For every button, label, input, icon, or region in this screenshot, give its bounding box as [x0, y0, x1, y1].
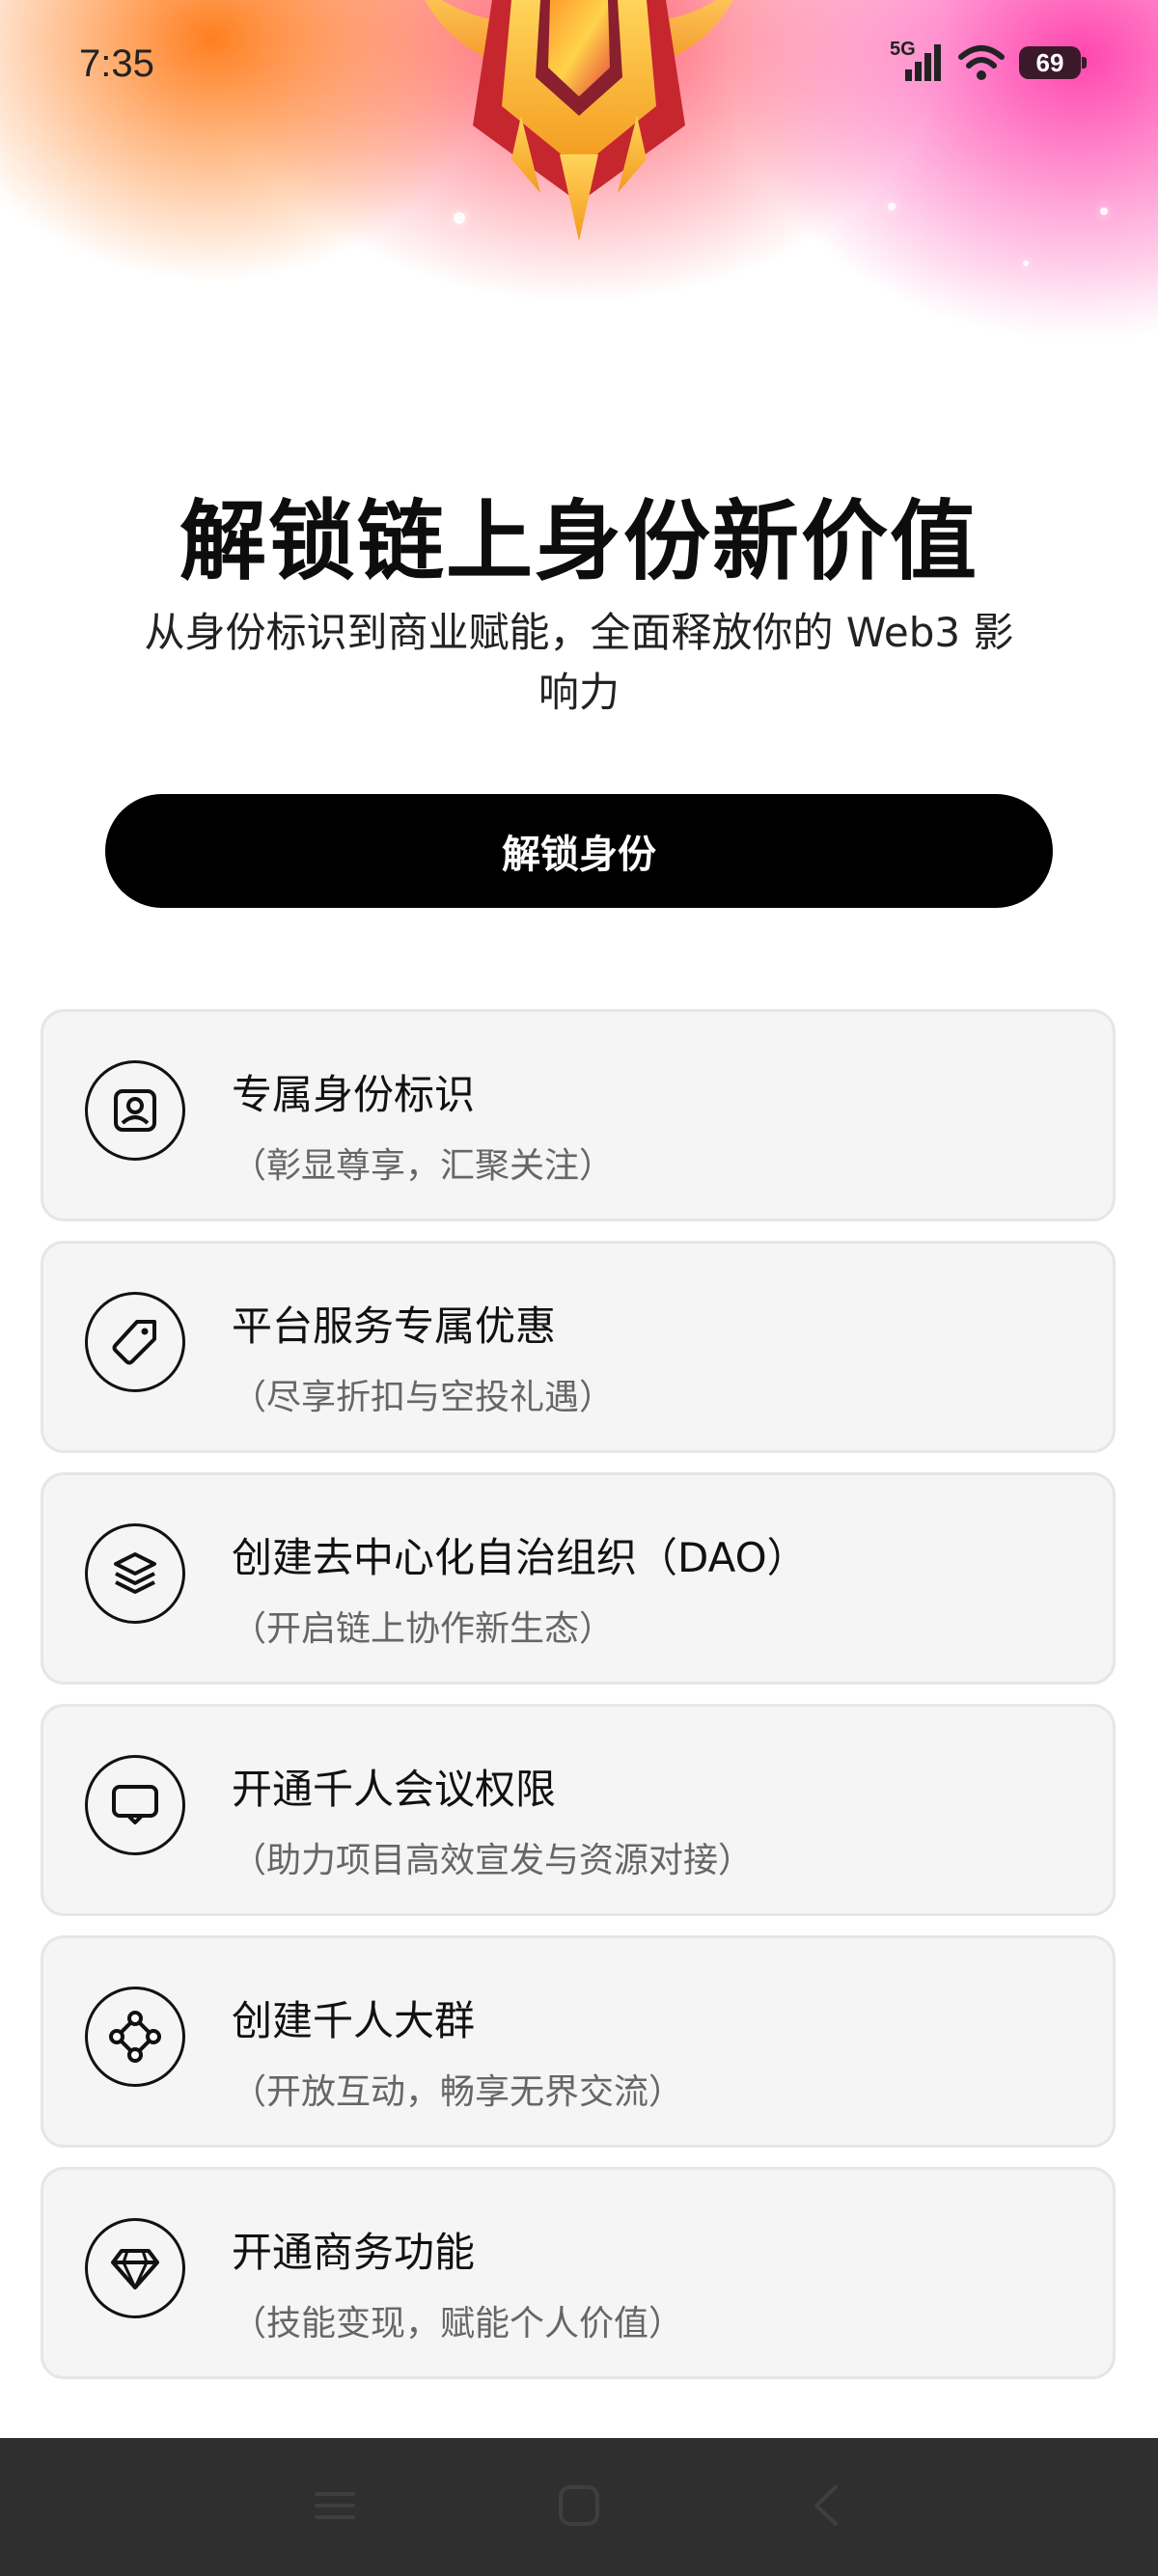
presentation-icon	[85, 1755, 185, 1855]
diamond-icon	[85, 2218, 185, 2318]
status-icons: 5G 69	[890, 39, 1087, 83]
feature-title: 平台服务专属优惠	[232, 1302, 557, 1350]
signal-icon: 5G	[890, 39, 944, 83]
page-title: 解锁链上身份新价值	[179, 491, 979, 592]
feature-card-business[interactable]: 开通商务功能 （技能变现，赋能个人价值）	[41, 2167, 1116, 2379]
badge-emblem-icon	[425, 0, 733, 241]
battery-indicator: 69	[1019, 46, 1087, 79]
feature-card-meeting[interactable]: 开通千人会议权限 （助力项目高效宣发与资源对接）	[41, 1704, 1116, 1916]
menu-icon[interactable]	[306, 2477, 364, 2535]
feature-card-group[interactable]: 创建千人大群 （开放互动，畅享无界交流）	[41, 1935, 1116, 2148]
feature-title: 专属身份标识	[232, 1071, 476, 1118]
wifi-icon	[958, 45, 1005, 80]
feature-title: 创建去中心化自治组织（DAO）	[232, 1534, 808, 1581]
feature-subtitle: （彰显尊享，汇聚关注）	[232, 1146, 615, 1186]
network-icon	[85, 1987, 185, 2087]
feature-subtitle: （技能变现，赋能个人价值）	[232, 2304, 684, 2343]
back-icon[interactable]	[797, 2477, 855, 2535]
feature-subtitle: （开放互动，畅享无界交流）	[232, 2072, 684, 2112]
feature-title: 开通千人会议权限	[232, 1766, 557, 1813]
unlock-identity-button[interactable]: 解锁身份	[105, 794, 1053, 908]
feature-subtitle: （尽享折扣与空投礼遇）	[232, 1378, 615, 1417]
page-subtitle: 从身份标识到商业赋能，全面释放你的 Web3 影响力	[144, 609, 1014, 716]
feature-subtitle: （助力项目高效宣发与资源对接）	[232, 1841, 754, 1880]
system-nav-bar	[0, 2438, 1158, 2576]
id-badge-icon	[85, 1060, 185, 1161]
feature-card-identity[interactable]: 专属身份标识 （彰显尊享，汇聚关注）	[41, 1009, 1116, 1221]
status-time: 7:35	[79, 42, 154, 85]
tag-icon	[85, 1292, 185, 1392]
feature-title: 创建千人大群	[232, 1997, 476, 2044]
home-icon[interactable]	[550, 2477, 608, 2535]
feature-card-discount[interactable]: 平台服务专属优惠 （尽享折扣与空投礼遇）	[41, 1241, 1116, 1453]
feature-title: 开通商务功能	[232, 2229, 476, 2276]
feature-card-dao[interactable]: 创建去中心化自治组织（DAO） （开启链上协作新生态）	[41, 1472, 1116, 1685]
feature-subtitle: （开启链上协作新生态）	[232, 1609, 615, 1649]
layers-icon	[85, 1523, 185, 1624]
